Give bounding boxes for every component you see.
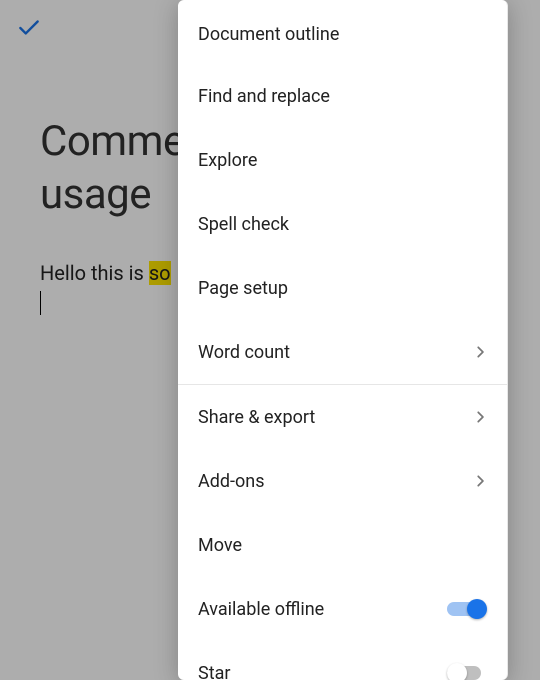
menu-label: Document outline	[198, 24, 339, 45]
overflow-menu: Document outline Find and replace Explor…	[178, 0, 508, 680]
menu-item-page-setup[interactable]: Page setup	[178, 256, 507, 320]
menu-label: Explore	[198, 150, 257, 171]
menu-label: Available offline	[198, 599, 324, 620]
toggle-star[interactable]	[447, 662, 487, 680]
menu-item-find-replace[interactable]: Find and replace	[178, 64, 507, 128]
menu-label: Spell check	[198, 214, 289, 235]
menu-item-word-count[interactable]: Word count	[178, 320, 507, 384]
chevron-right-icon	[473, 410, 487, 424]
menu-item-spell-check[interactable]: Spell check	[178, 192, 507, 256]
menu-label: Share & export	[198, 407, 315, 428]
menu-label: Page setup	[198, 278, 288, 299]
menu-item-move[interactable]: Move	[178, 513, 507, 577]
menu-item-share-export[interactable]: Share & export	[178, 385, 507, 449]
menu-item-available-offline[interactable]: Available offline	[178, 577, 507, 641]
chevron-right-icon	[473, 474, 487, 488]
menu-label: Add-ons	[198, 471, 265, 492]
menu-item-add-ons[interactable]: Add-ons	[178, 449, 507, 513]
menu-label: Find and replace	[198, 86, 330, 107]
chevron-right-icon	[473, 345, 487, 359]
menu-item-star[interactable]: Star	[178, 641, 507, 680]
menu-item-explore[interactable]: Explore	[178, 128, 507, 192]
menu-item-document-outline[interactable]: Document outline	[178, 0, 507, 64]
menu-label: Star	[198, 663, 230, 680]
toggle-available-offline[interactable]	[447, 598, 487, 620]
menu-label: Move	[198, 535, 242, 556]
menu-label: Word count	[198, 342, 290, 363]
